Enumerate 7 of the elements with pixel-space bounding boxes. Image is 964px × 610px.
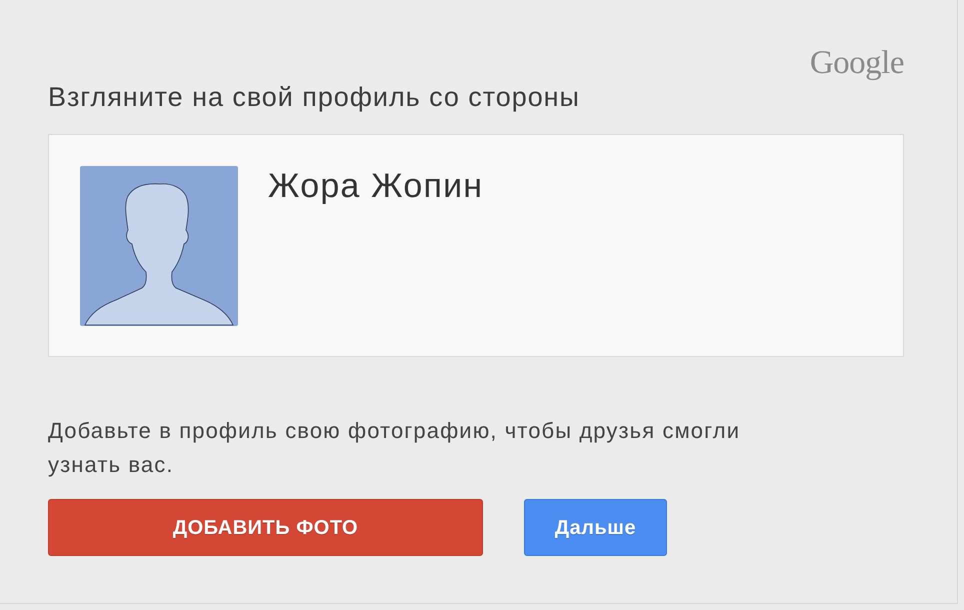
add-photo-prompt: Добавьте в профиль свою фотографию, чтобы друзья смогли узнать вас. (48, 417, 742, 479)
next-button[interactable]: Дальше (524, 499, 667, 556)
add-photo-button[interactable]: ДОБАВИТЬ ФОТО (48, 499, 483, 556)
avatar-silhouette-icon (80, 166, 238, 326)
logo-text: Google (810, 45, 904, 81)
heading: Взгляните на свой профиль со стороны (48, 81, 581, 113)
profile-name: Жора Жопин (268, 166, 484, 207)
